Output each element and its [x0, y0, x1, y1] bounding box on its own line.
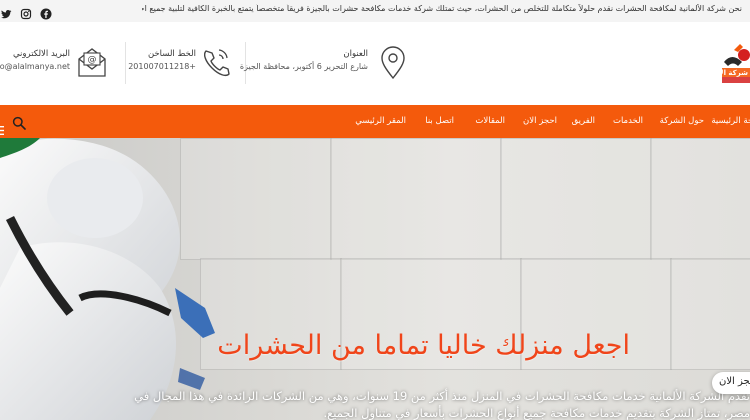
header-divider	[125, 42, 126, 84]
hotline-contact[interactable]: الخط الساخن +201007011218	[128, 45, 232, 85]
address-contact: العنوان شارع التحرير 6 أكتوبر، محافظة ال…	[240, 45, 408, 85]
location-pin-icon	[378, 45, 408, 81]
address-value: شارع التحرير 6 أكتوبر، محافظة الجيزة	[239, 62, 368, 71]
nav-item-headquarters[interactable]: المقر الرئيسي	[355, 116, 406, 126]
nav-item-book[interactable]: احجز الان	[523, 116, 557, 126]
svg-text:@: @	[88, 55, 97, 65]
twitter-icon[interactable]	[0, 5, 12, 19]
nav-item-team[interactable]: الفريق	[572, 116, 595, 126]
hero-headline: اجعل منزلك خاليا تماما من الحشرات	[217, 330, 630, 361]
nav-item-about[interactable]: حول الشركة	[660, 116, 704, 126]
nav-item-contact[interactable]: اتصل بنا	[425, 116, 454, 126]
book-now-label: احجز الان	[719, 376, 750, 387]
floor-tile	[650, 138, 750, 260]
email-label: البريد الالكتروني	[12, 49, 70, 59]
floor-tile	[330, 138, 502, 260]
floor-tile	[500, 138, 652, 260]
floor-tile	[670, 258, 750, 370]
social-links	[0, 5, 52, 20]
instagram-icon[interactable]	[20, 5, 32, 20]
pest-control-technician-image	[0, 138, 215, 420]
hero-banner: اجعل منزلك خاليا تماما من الحشرات تقدم ا…	[0, 138, 750, 420]
menu-toggle-icon[interactable]	[0, 120, 4, 135]
announcement-text: نحن شركة الألمانية لمكافحة الحشرات نقدم …	[142, 4, 742, 13]
email-icon: @	[76, 45, 108, 79]
email-value[interactable]: info@alalmanya.net	[0, 62, 70, 71]
hotline-label: الخط الساخن	[147, 49, 196, 59]
search-icon[interactable]	[12, 115, 26, 130]
site-header: البريد الالكتروني info@alalmanya.net @ ا…	[0, 22, 750, 105]
phone-icon	[200, 45, 232, 79]
address-label: العنوان	[343, 49, 368, 59]
hero-description: تقدم الشركة الألمانية خدمات مكافحة الحشر…	[134, 389, 750, 420]
email-contact[interactable]: البريد الالكتروني info@alalmanya.net @	[0, 45, 108, 85]
logo-text: شركة الألمانية	[720, 68, 748, 77]
nav-item-services[interactable]: الخدمات	[613, 116, 643, 126]
nav-item-home[interactable]: الصفحة الرئيسية	[711, 116, 750, 126]
top-bar: نحن شركة الألمانية لمكافحة الحشرات نقدم …	[0, 0, 750, 22]
nav-item-articles[interactable]: المقالات	[475, 116, 505, 126]
main-nav: الصفحة الرئيسية حول الشركة الخدمات الفري…	[0, 105, 750, 138]
company-logo[interactable]: شركة الألمانية	[699, 42, 750, 92]
hotline-value[interactable]: +201007011218	[128, 62, 196, 71]
facebook-icon[interactable]	[40, 5, 52, 20]
book-now-button[interactable]: احجز الان	[712, 372, 750, 394]
